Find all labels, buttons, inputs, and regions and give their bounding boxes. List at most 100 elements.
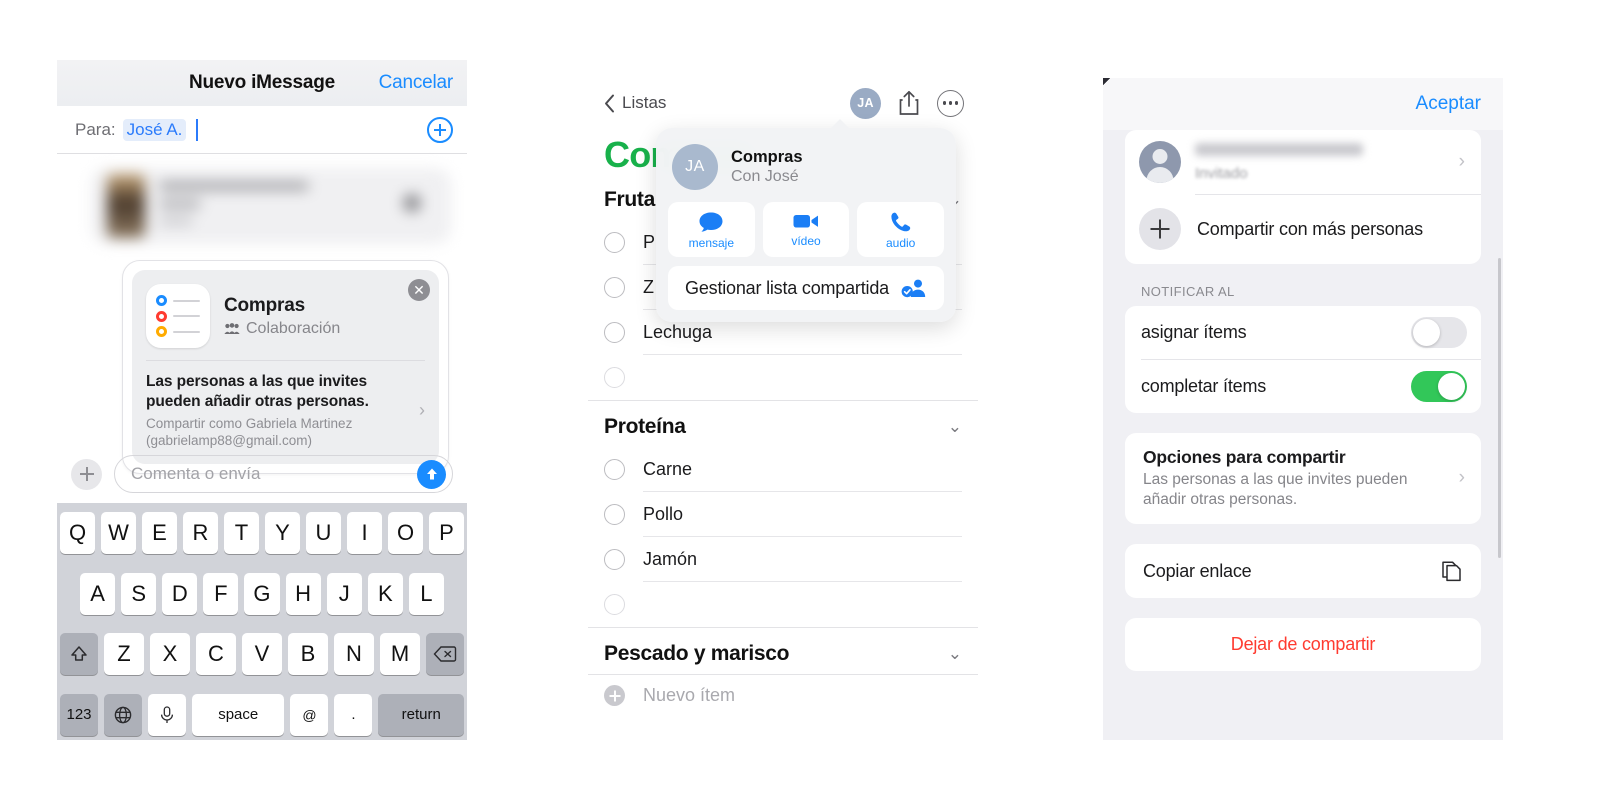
- checkbox-circle[interactable]: [604, 367, 625, 388]
- recipient-row[interactable]: Para: José A.: [57, 106, 467, 154]
- key-k[interactable]: K: [367, 572, 403, 615]
- plus-circle-filled-icon[interactable]: [604, 685, 625, 706]
- checkbox-circle[interactable]: [604, 277, 625, 298]
- ellipsis-circle-icon[interactable]: [937, 89, 964, 117]
- list-item-empty[interactable]: [588, 355, 978, 400]
- numbers-key[interactable]: 123: [60, 693, 98, 736]
- globe-language-icon[interactable]: [104, 693, 142, 736]
- key-r[interactable]: R: [183, 512, 218, 554]
- stop-sharing-button[interactable]: Dejar de compartir: [1125, 618, 1481, 671]
- section-title: Fruta: [604, 188, 656, 211]
- contact-row[interactable]: Invitado ›: [1125, 130, 1481, 194]
- key-h[interactable]: H: [285, 572, 321, 615]
- share-options-subtitle: Las personas a las que invites pueden añ…: [1143, 471, 1408, 508]
- add-contact-icon[interactable]: [427, 116, 453, 143]
- new-item-row[interactable]: Nuevo ítem: [588, 674, 978, 716]
- space-key[interactable]: space: [192, 693, 285, 736]
- copy-documents-icon[interactable]: [1441, 559, 1463, 583]
- key-g[interactable]: G: [244, 572, 280, 615]
- toggle-row-complete[interactable]: completar ítems: [1125, 360, 1481, 413]
- key-m[interactable]: M: [380, 633, 420, 676]
- audio-action-button[interactable]: audio: [857, 202, 945, 257]
- list-item[interactable]: Pollo: [588, 492, 978, 537]
- key-i[interactable]: I: [347, 512, 382, 554]
- checkbox-circle[interactable]: [604, 459, 625, 480]
- chevron-right-icon[interactable]: ›: [411, 400, 425, 421]
- period-key[interactable]: .: [334, 693, 373, 736]
- section-header-proteina[interactable]: Proteína ⌄: [588, 400, 978, 447]
- checkbox-circle[interactable]: [604, 504, 625, 525]
- checkbox-circle[interactable]: [604, 549, 625, 570]
- keyboard-row-4: 123 space @ . return: [60, 693, 464, 736]
- complete-items-toggle[interactable]: [1411, 371, 1467, 402]
- toggle-row-assign[interactable]: asignar ítems: [1125, 306, 1481, 359]
- copy-link-card[interactable]: Copiar enlace: [1125, 544, 1481, 599]
- chevron-right-icon[interactable]: ›: [1449, 467, 1465, 489]
- chevron-right-icon[interactable]: ›: [1459, 151, 1465, 173]
- action-label: mensaje: [688, 236, 735, 250]
- key-c[interactable]: C: [196, 633, 236, 676]
- plus-icon[interactable]: [71, 458, 102, 490]
- share-up-box-icon[interactable]: [898, 90, 920, 116]
- attachment-card[interactable]: ✕ Compras Colaboración Las personas a la…: [122, 260, 449, 474]
- person-placeholder-icon: [1139, 141, 1181, 183]
- key-d[interactable]: D: [162, 572, 198, 615]
- key-z[interactable]: Z: [104, 633, 144, 676]
- manage-shared-people-icon: [901, 279, 926, 298]
- checkbox-circle[interactable]: [604, 322, 625, 343]
- shift-up-arrow-icon[interactable]: [60, 633, 98, 676]
- key-p[interactable]: P: [429, 512, 464, 554]
- key-w[interactable]: W: [101, 512, 136, 554]
- navbar-actions: JA: [850, 87, 964, 119]
- at-key[interactable]: @: [290, 693, 329, 736]
- list-item-label: [643, 582, 962, 627]
- participants-card: Invitado › Compartir con más personas: [1125, 130, 1481, 264]
- key-l[interactable]: L: [408, 572, 444, 615]
- scrollbar[interactable]: [1498, 258, 1501, 558]
- key-o[interactable]: O: [388, 512, 423, 554]
- key-n[interactable]: N: [334, 633, 374, 676]
- message-action-button[interactable]: mensaje: [668, 202, 755, 257]
- checkbox-circle[interactable]: [604, 594, 625, 615]
- key-j[interactable]: J: [326, 572, 362, 615]
- chevron-down-icon[interactable]: ⌄: [948, 417, 962, 437]
- key-q[interactable]: Q: [60, 512, 95, 554]
- accept-button[interactable]: Aceptar: [1416, 93, 1481, 115]
- key-u[interactable]: U: [306, 512, 341, 554]
- key-a[interactable]: A: [80, 572, 116, 615]
- return-key[interactable]: return: [378, 693, 464, 736]
- close-icon[interactable]: ✕: [408, 279, 430, 301]
- key-b[interactable]: B: [288, 633, 328, 676]
- message-input-field[interactable]: Comenta o envía: [114, 455, 453, 493]
- back-to-lists-button[interactable]: Listas: [604, 93, 666, 113]
- key-v[interactable]: V: [242, 633, 282, 676]
- manage-shared-list-button[interactable]: Gestionar lista compartida: [668, 266, 944, 310]
- share-options-card[interactable]: Opciones para compartir Las personas a l…: [1125, 433, 1481, 525]
- stop-sharing-card[interactable]: Dejar de compartir: [1125, 618, 1481, 672]
- microphone-icon[interactable]: [148, 693, 186, 736]
- list-item-empty[interactable]: [588, 582, 978, 627]
- list-item[interactable]: Carne: [588, 447, 978, 492]
- key-e[interactable]: E: [142, 512, 177, 554]
- chevron-down-icon[interactable]: ⌄: [948, 644, 962, 664]
- checkbox-circle[interactable]: [604, 232, 625, 253]
- key-y[interactable]: Y: [265, 512, 300, 554]
- key-s[interactable]: S: [121, 572, 157, 615]
- list-item[interactable]: Jamón: [588, 537, 978, 582]
- share-with-more-row[interactable]: Compartir con más personas: [1125, 195, 1481, 264]
- key-f[interactable]: F: [203, 572, 239, 615]
- section-header-pescado[interactable]: Pescado y marisco ⌄: [588, 627, 978, 674]
- backspace-delete-icon[interactable]: [426, 633, 464, 676]
- key-t[interactable]: T: [224, 512, 259, 554]
- video-action-button[interactable]: vídeo: [762, 202, 850, 257]
- plus-icon[interactable]: [1139, 208, 1181, 250]
- send-arrow-up-icon[interactable]: [417, 459, 446, 489]
- recipient-chip[interactable]: José A.: [122, 118, 187, 141]
- key-x[interactable]: X: [150, 633, 190, 676]
- cancel-button[interactable]: Cancelar: [379, 72, 454, 94]
- avatar[interactable]: JA: [850, 87, 881, 119]
- assign-items-toggle[interactable]: [1411, 317, 1467, 348]
- popover-subtitle: Con José: [731, 168, 799, 185]
